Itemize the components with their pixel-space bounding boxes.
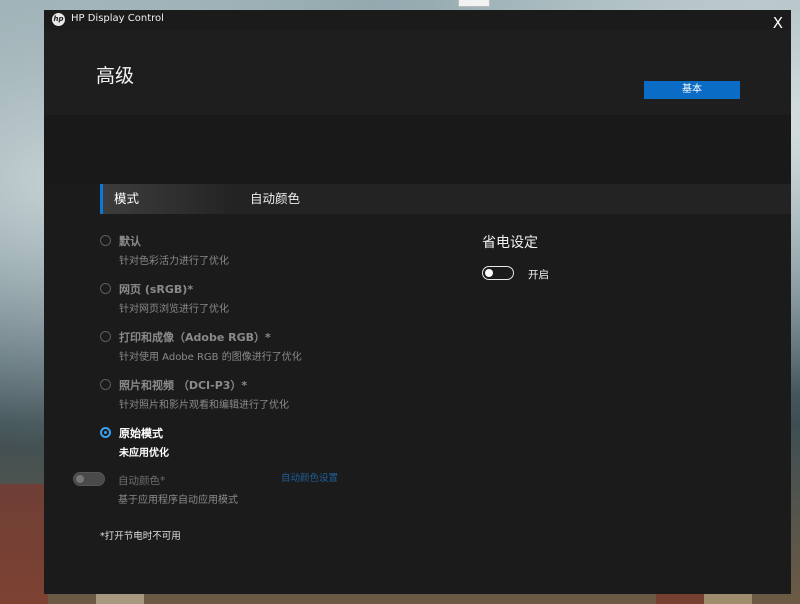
page-header: 高级 基本: [44, 30, 791, 115]
mode-label: 打印和成像（Adobe RGB）*: [119, 331, 271, 344]
radio-photo-dci-p3[interactable]: [100, 379, 111, 390]
auto-color-settings-link[interactable]: 自动颜色设置: [281, 470, 338, 484]
mode-description: 针对照片和影片观看和编辑进行了优化: [119, 400, 289, 411]
desktop-tray-widget: [458, 0, 490, 7]
app-title: HP Display Control: [71, 13, 164, 24]
app-window: hp HP Display Control X 高级 基本 模式 自动颜色 默认…: [44, 10, 791, 594]
tab-auto-color[interactable]: 自动颜色: [250, 184, 300, 214]
hp-logo-icon: hp: [52, 13, 65, 26]
mode-description: 针对色彩活力进行了优化: [119, 256, 229, 267]
radio-web-srgb[interactable]: [100, 283, 111, 294]
radio-default[interactable]: [100, 235, 111, 246]
power-saving-toggle[interactable]: [482, 266, 514, 280]
mode-label: 默认: [119, 235, 141, 248]
title-bar: hp HP Display Control X: [44, 10, 791, 32]
power-saving-title: 省电设定: [482, 235, 538, 251]
page-title: 高级: [96, 65, 135, 87]
mode-label: 原始模式: [119, 427, 163, 440]
mode-description: 未应用优化: [119, 448, 169, 459]
mode-label: 照片和视频 （DCI-P3）*: [119, 379, 248, 392]
mode-label: 网页 (sRGB)*: [119, 283, 194, 296]
auto-color-description: 基于应用程序自动应用模式: [118, 495, 238, 506]
footnote: *打开节电时不可用: [100, 531, 181, 542]
power-saving-state-label: 开启: [528, 269, 549, 281]
tab-mode[interactable]: 模式: [100, 184, 234, 214]
mode-description: 针对使用 Adobe RGB 的图像进行了优化: [119, 352, 302, 363]
header-band: [44, 115, 791, 184]
auto-color-toggle[interactable]: [73, 472, 105, 486]
basic-mode-button[interactable]: 基本: [644, 81, 740, 99]
mode-description: 针对网页浏览进行了优化: [119, 304, 229, 315]
tab-bar: 模式 自动颜色: [100, 184, 791, 214]
radio-native[interactable]: [100, 427, 111, 438]
radio-print-adobe-rgb[interactable]: [100, 331, 111, 342]
auto-color-label: 自动颜色*: [118, 475, 166, 487]
